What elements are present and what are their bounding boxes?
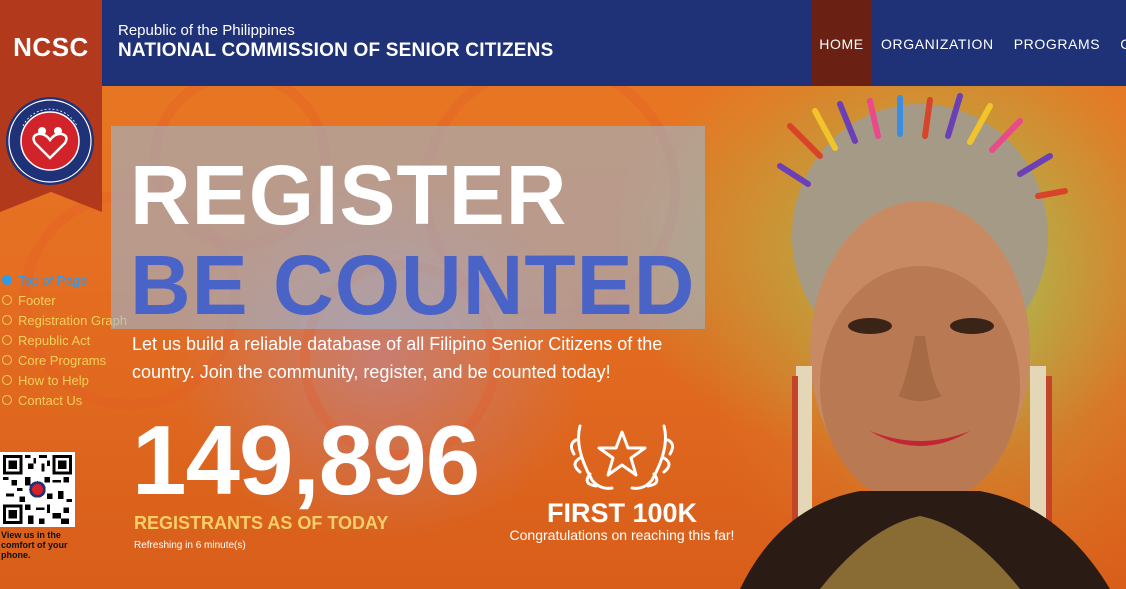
laurel-star-icon <box>569 424 675 490</box>
nav-careers[interactable]: CARI <box>1110 0 1126 86</box>
nav-programs[interactable]: PROGRAMS <box>1004 0 1110 86</box>
government-line: Republic of the Philippines <box>118 22 295 39</box>
top-navigation-bar: NCSC Republic of the Philippines NATIONA… <box>0 0 1126 86</box>
sidenav-label: Top of Page <box>18 272 88 288</box>
sidenav-label: How to Help <box>18 372 89 388</box>
dot-icon <box>2 315 12 325</box>
sidenav-how-to-help[interactable]: How to Help <box>0 370 127 390</box>
sidenav-contact-us[interactable]: Contact Us <box>0 390 127 410</box>
sidenav-core-programs[interactable]: Core Programs <box>0 350 127 370</box>
senior-citizen-portrait <box>720 86 1126 589</box>
dot-icon <box>2 395 12 405</box>
logo-text: NCSC <box>13 32 89 62</box>
qr-caption: View us in the comfort of your phone. <box>1 530 68 560</box>
ncsc-seal-icon[interactable] <box>5 96 95 186</box>
sidenav-top-of-page[interactable]: Top of Page <box>0 270 127 290</box>
side-navigation: Top of Page Footer Registration Graph Re… <box>0 270 127 410</box>
milestone-message: Congratulations on reaching this far! <box>509 527 735 543</box>
headline-be-counted: BE COUNTED <box>130 238 696 332</box>
active-dot-icon <box>2 275 12 285</box>
agency-name[interactable]: NATIONAL COMMISSION OF SENIOR CITIZENS <box>118 40 553 62</box>
sidenav-republic-act[interactable]: Republic Act <box>0 330 127 350</box>
sidenav-label: Core Programs <box>18 352 107 368</box>
nav-organization[interactable]: ORGANIZATION <box>871 0 1004 86</box>
intro-text: Let us build a reliable database of all … <box>132 334 663 382</box>
dot-icon <box>2 355 12 365</box>
registrant-count: 149,896 <box>132 405 480 515</box>
sidenav-footer[interactable]: Footer <box>0 290 127 310</box>
sidenav-label: Republic Act <box>18 332 91 348</box>
qr-code-icon <box>3 455 72 524</box>
milestone-title: FIRST 100K <box>546 498 698 528</box>
main-nav: HOME ORGANIZATION PROGRAMS CARI <box>812 0 1126 86</box>
sidenav-label: Footer <box>18 292 56 308</box>
headline-register: REGISTER <box>130 148 568 242</box>
sidenav-label: Contact Us <box>18 392 83 408</box>
registrant-count-label: REGISTRANTS AS OF TODAY <box>134 513 389 533</box>
brand-logo[interactable]: NCSC <box>0 0 102 86</box>
nav-home[interactable]: HOME <box>812 0 871 86</box>
refresh-status: Refreshing in 6 minute(s) <box>134 540 246 551</box>
dot-icon <box>2 335 12 345</box>
sidenav-registration-graph[interactable]: Registration Graph <box>0 310 127 330</box>
dot-icon <box>2 295 12 305</box>
dot-icon <box>2 375 12 385</box>
qr-code[interactable] <box>0 452 75 527</box>
